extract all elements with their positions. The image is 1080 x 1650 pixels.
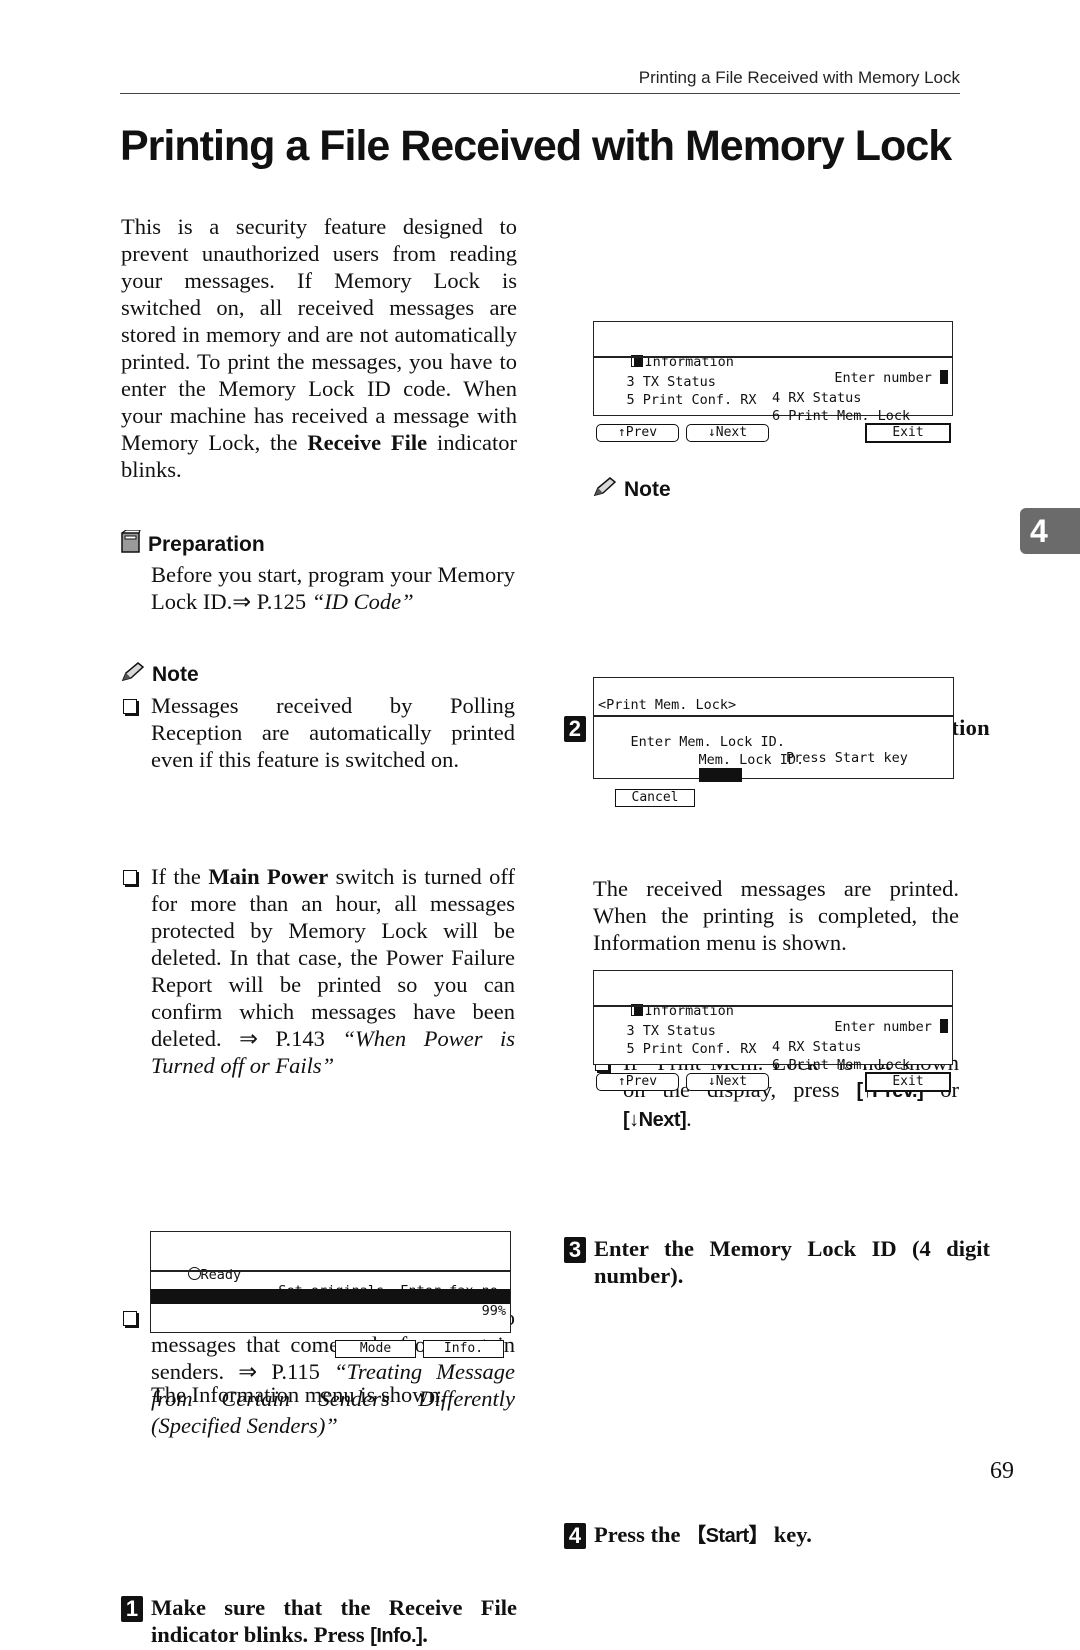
lcd-memlock-row2: Mem. Lock ID. xyxy=(666,736,949,800)
step-text: Enter the Memory Lock ID (4 digit number… xyxy=(594,1236,990,1288)
lcd-memlock-screen: <Print Mem. Lock> Enter Mem. Lock ID. Pr… xyxy=(593,677,954,782)
step1-result: The Information menu is shown. xyxy=(151,1382,446,1407)
note-item-bold: Main Power xyxy=(208,864,329,889)
preparation-text: Before you start, program your Memory Lo… xyxy=(151,561,515,615)
step-text: Make sure that the Receive File indicato… xyxy=(151,1595,517,1647)
lcd-information-screen: Information Enter number 3 TX Status 4 R… xyxy=(593,321,953,424)
note-item: Messages received by Polling Reception a… xyxy=(121,692,515,773)
lcd-line-suffix: L xyxy=(202,1303,211,1319)
checkbox-bullet-icon xyxy=(123,699,137,714)
lcd-menu-item[interactable]: 5 Print Conf. RX xyxy=(627,1041,757,1057)
lcd-memory: 99% xyxy=(481,1303,506,1319)
intro-paragraph: This is a security feature designed to p… xyxy=(121,213,517,483)
step-number-badge: 2 xyxy=(564,716,586,742)
page-title: Printing a File Received with Memory Loc… xyxy=(120,122,952,170)
step-text: key. xyxy=(768,1522,812,1547)
step-1: 1 Make sure that the Receive File indica… xyxy=(121,1594,517,1650)
preparation-link[interactable]: “ID Code” xyxy=(312,589,414,614)
next-key-label: [↓Next] xyxy=(623,1109,687,1131)
g3-line-icon: G3 xyxy=(187,1308,203,1319)
lcd-divider xyxy=(594,715,953,717)
lcd-ready-screen: Ready Set originals. Enter fax no. Memor… xyxy=(150,1231,511,1334)
exit-button[interactable]: Exit xyxy=(865,423,951,443)
checkbox-bullet-icon xyxy=(123,1311,137,1326)
note-item-text: switch is turned off for more than an ho… xyxy=(151,864,516,1051)
preparation-heading: Preparation xyxy=(120,529,265,560)
running-header: Printing a File Received with Memory Loc… xyxy=(638,68,960,87)
prev-button[interactable]: ↑Prev xyxy=(596,424,679,442)
lcd-information-screen: Information Enter number 3 TX Status 4 R… xyxy=(593,970,953,1073)
step-number-badge: 1 xyxy=(121,1596,143,1622)
lcd-dest: Dest: 0 xyxy=(391,1318,457,1334)
next-button[interactable]: ↓Next xyxy=(686,424,769,442)
lcd-line-row: G3 L Dest: 0 xyxy=(151,1289,510,1334)
start-key-label: 【Start】 xyxy=(686,1525,769,1547)
note-item-text: If the xyxy=(151,864,209,889)
cancel-button[interactable]: Cancel xyxy=(615,789,695,807)
next-button[interactable]: ↓Next xyxy=(686,1073,769,1091)
pencil-icon xyxy=(120,661,146,689)
preparation-label: Preparation xyxy=(148,533,265,556)
lcd-menu-item[interactable]: 6 Print Mem. Lock xyxy=(772,1057,910,1073)
chapter-tab[interactable]: 4 xyxy=(1020,508,1080,554)
note-label-left: Note xyxy=(152,663,199,686)
step4-result: The received messages are printed. When … xyxy=(593,876,959,955)
lcd-memlock-id-label: Mem. Lock ID. xyxy=(698,752,805,768)
info-key-label: [Info.] xyxy=(370,1625,423,1647)
note-item-text: . xyxy=(686,1106,692,1131)
intro-bold: Receive File xyxy=(307,430,428,455)
lcd-menu-item[interactable]: 6 Print Mem. Lock xyxy=(772,408,910,424)
lcd-memlock-title: <Print Mem. Lock> xyxy=(598,697,737,713)
step-3: 3 Enter the Memory Lock ID (4 digit numb… xyxy=(564,1235,990,1289)
step-number-badge: 4 xyxy=(564,1523,586,1549)
id-input-field[interactable] xyxy=(698,768,742,782)
book-icon xyxy=(120,529,142,560)
note-label-right: Note xyxy=(624,478,671,501)
page-number: 69 xyxy=(990,1458,1014,1484)
prev-button[interactable]: ↑Prev xyxy=(596,1073,679,1091)
step-text-end: . xyxy=(422,1622,428,1647)
mode-button[interactable]: Mode xyxy=(335,1340,416,1358)
header-rule xyxy=(120,93,960,94)
note-item-text: Messages received by Polling Reception a… xyxy=(151,693,515,772)
exit-button[interactable]: Exit xyxy=(865,1072,951,1092)
note-heading-left: Note xyxy=(120,661,199,689)
lcd-menu-item[interactable]: 5 Print Conf. RX xyxy=(627,392,757,408)
note-item: If the Main Power switch is turned off f… xyxy=(121,863,515,1079)
info-button[interactable]: Info. xyxy=(423,1340,504,1358)
step-text: Press the xyxy=(594,1522,687,1547)
intro-text: This is a security feature designed to p… xyxy=(121,214,517,455)
note-heading-right: Note xyxy=(592,476,671,504)
step-4: 4 Press the 【Start】 key. xyxy=(564,1521,990,1550)
pencil-icon xyxy=(592,476,618,504)
step-number-badge: 3 xyxy=(564,1237,586,1263)
checkbox-bullet-icon xyxy=(123,870,137,885)
